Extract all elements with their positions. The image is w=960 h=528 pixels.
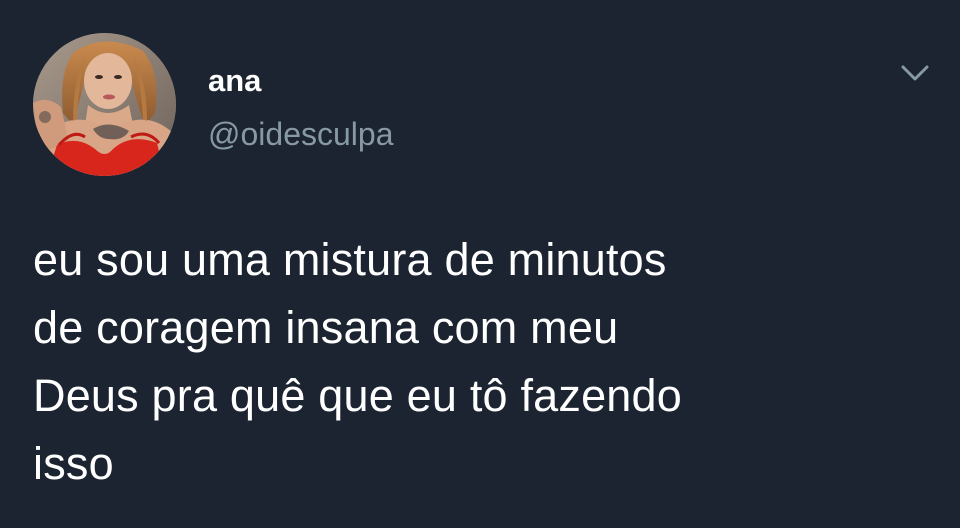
tweet-menu-button[interactable] [898, 60, 932, 86]
tweet-text-line: Deus pra quê que eu tô fazendo [33, 370, 682, 421]
tweet-text-line: isso [33, 438, 114, 489]
tweet-card: ana @oidesculpa eu sou uma mistura de mi… [0, 0, 960, 528]
author-display-name[interactable]: ana [208, 63, 261, 99]
tweet-text-line: de coragem insana com meu [33, 302, 619, 353]
chevron-down-icon [901, 65, 929, 81]
avatar-photo [33, 33, 176, 176]
tweet-text-line: eu sou uma mistura de minutos [33, 234, 667, 285]
author-handle[interactable]: @oidesculpa [208, 115, 393, 153]
tweet-text: eu sou uma mistura de minutos de coragem… [33, 226, 933, 498]
avatar[interactable] [33, 33, 176, 176]
